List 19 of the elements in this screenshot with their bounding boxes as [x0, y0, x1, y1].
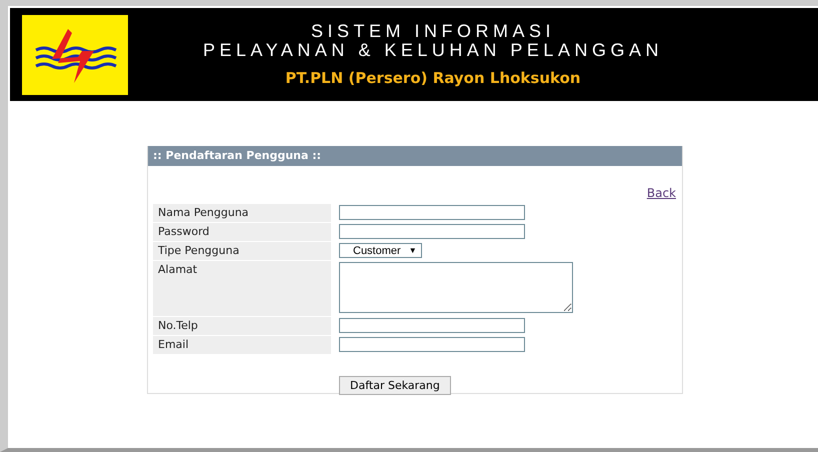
- field-label: Alamat: [153, 261, 331, 316]
- field-label: Email: [153, 336, 331, 354]
- user-type-dropdown[interactable]: Customer ▼: [339, 243, 422, 258]
- input-field[interactable]: [339, 224, 525, 239]
- input-field[interactable]: [339, 337, 525, 352]
- register-button[interactable]: Daftar Sekarang: [339, 376, 451, 395]
- field-label: No.Telp: [153, 317, 331, 335]
- back-link[interactable]: Back: [646, 186, 676, 202]
- system-title: PELAYANAN & KELUHAN PELANGGAN: [203, 41, 663, 60]
- company-subtitle: PT.PLN (Persero) Rayon Lhoksukon: [285, 69, 581, 87]
- field-label: Nama Pengguna: [153, 204, 331, 222]
- address-field[interactable]: [339, 262, 573, 313]
- field-label: Tipe Pengguna: [153, 242, 331, 260]
- input-field[interactable]: [339, 318, 525, 333]
- panel-title: :: Pendaftaran Pengguna ::: [148, 146, 682, 166]
- system-title: SISTEM INFORMASI: [310, 22, 555, 41]
- input-field[interactable]: [339, 205, 525, 220]
- lightning-logo-icon: [22, 14, 128, 94]
- field-label: Password: [153, 223, 331, 241]
